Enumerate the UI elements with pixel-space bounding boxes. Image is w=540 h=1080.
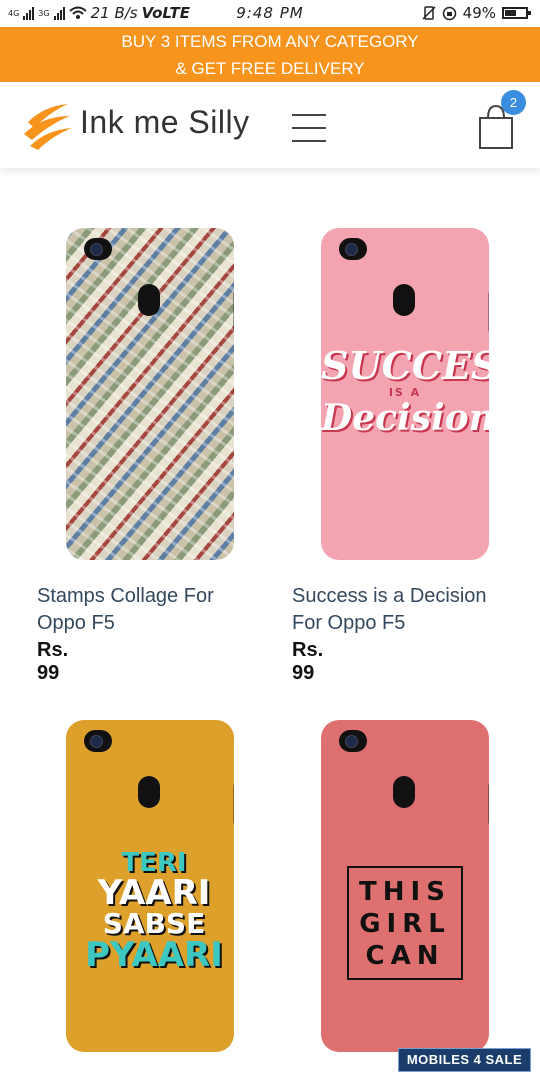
product-title[interactable]: Success is a Decision For Oppo F5 (292, 583, 512, 637)
art-word-can: CAN (365, 941, 445, 971)
lock-rotation-icon (442, 6, 456, 20)
site-header: Ink me Silly (0, 82, 540, 168)
art-word-girl: GIRL (359, 909, 451, 939)
art-word-success: SUCCESS (321, 343, 489, 388)
promo-line-1: BUY 3 ITEMS FROM ANY CATEGORY (121, 32, 419, 51)
status-bar: 4G 3G 21 B/s VoLTE 9:48 PM 49% (0, 0, 540, 27)
battery-percent: 49% (462, 4, 496, 22)
promo-banner[interactable]: BUY 3 ITEMS FROM ANY CATEGORY & GET FREE… (0, 27, 540, 82)
product-price: Rs. 99 (37, 639, 69, 684)
art-word-pyaari: PYAARI (85, 935, 223, 975)
art-word-sabse: SABSE (102, 907, 206, 940)
fingerprint-sensor (138, 776, 160, 808)
product-image-teri-yaari[interactable]: TERI YAARI SABSE PYAARI (66, 720, 234, 1052)
cart-count-badge[interactable]: 2 (501, 90, 526, 115)
brand-logo-icon[interactable] (22, 100, 74, 150)
battery-icon (502, 7, 531, 19)
art-word-this: THIS (359, 877, 451, 907)
status-right: 49% (422, 4, 531, 22)
side-button (488, 784, 489, 824)
art-word-yaari: YAARI (97, 873, 211, 913)
camera-module (84, 730, 112, 752)
promo-line-2: & GET FREE DELIVERY (175, 59, 365, 78)
side-button (488, 292, 489, 332)
camera-module (339, 730, 367, 752)
success-artwork: SUCCESS IS A Decision (321, 343, 489, 439)
art-word-decision: Decision (321, 397, 489, 439)
this-girl-can-artwork: THIS GIRL CAN (347, 866, 463, 980)
watermark-badge: MOBILES 4 SALE (398, 1048, 531, 1072)
side-button (233, 784, 234, 824)
product-image-this-girl-can[interactable]: THIS GIRL CAN (321, 720, 489, 1052)
product-image-success[interactable]: SUCCESS IS A Decision (321, 228, 489, 560)
brand-name[interactable]: Ink me Silly (80, 104, 250, 141)
hamburger-menu-icon[interactable] (292, 114, 326, 142)
side-button (233, 292, 234, 332)
camera-module (84, 238, 112, 260)
fingerprint-sensor (393, 284, 415, 316)
product-title[interactable]: Stamps Collage For Oppo F5 (37, 583, 257, 637)
teri-yaari-artwork: TERI YAARI SABSE PYAARI (84, 850, 224, 972)
product-price: Rs. 99 (292, 639, 324, 684)
fingerprint-sensor (138, 284, 160, 316)
fingerprint-sensor (393, 776, 415, 808)
camera-module (339, 238, 367, 260)
vibrate-off-icon (422, 6, 436, 20)
product-image-stamps[interactable] (66, 228, 234, 560)
